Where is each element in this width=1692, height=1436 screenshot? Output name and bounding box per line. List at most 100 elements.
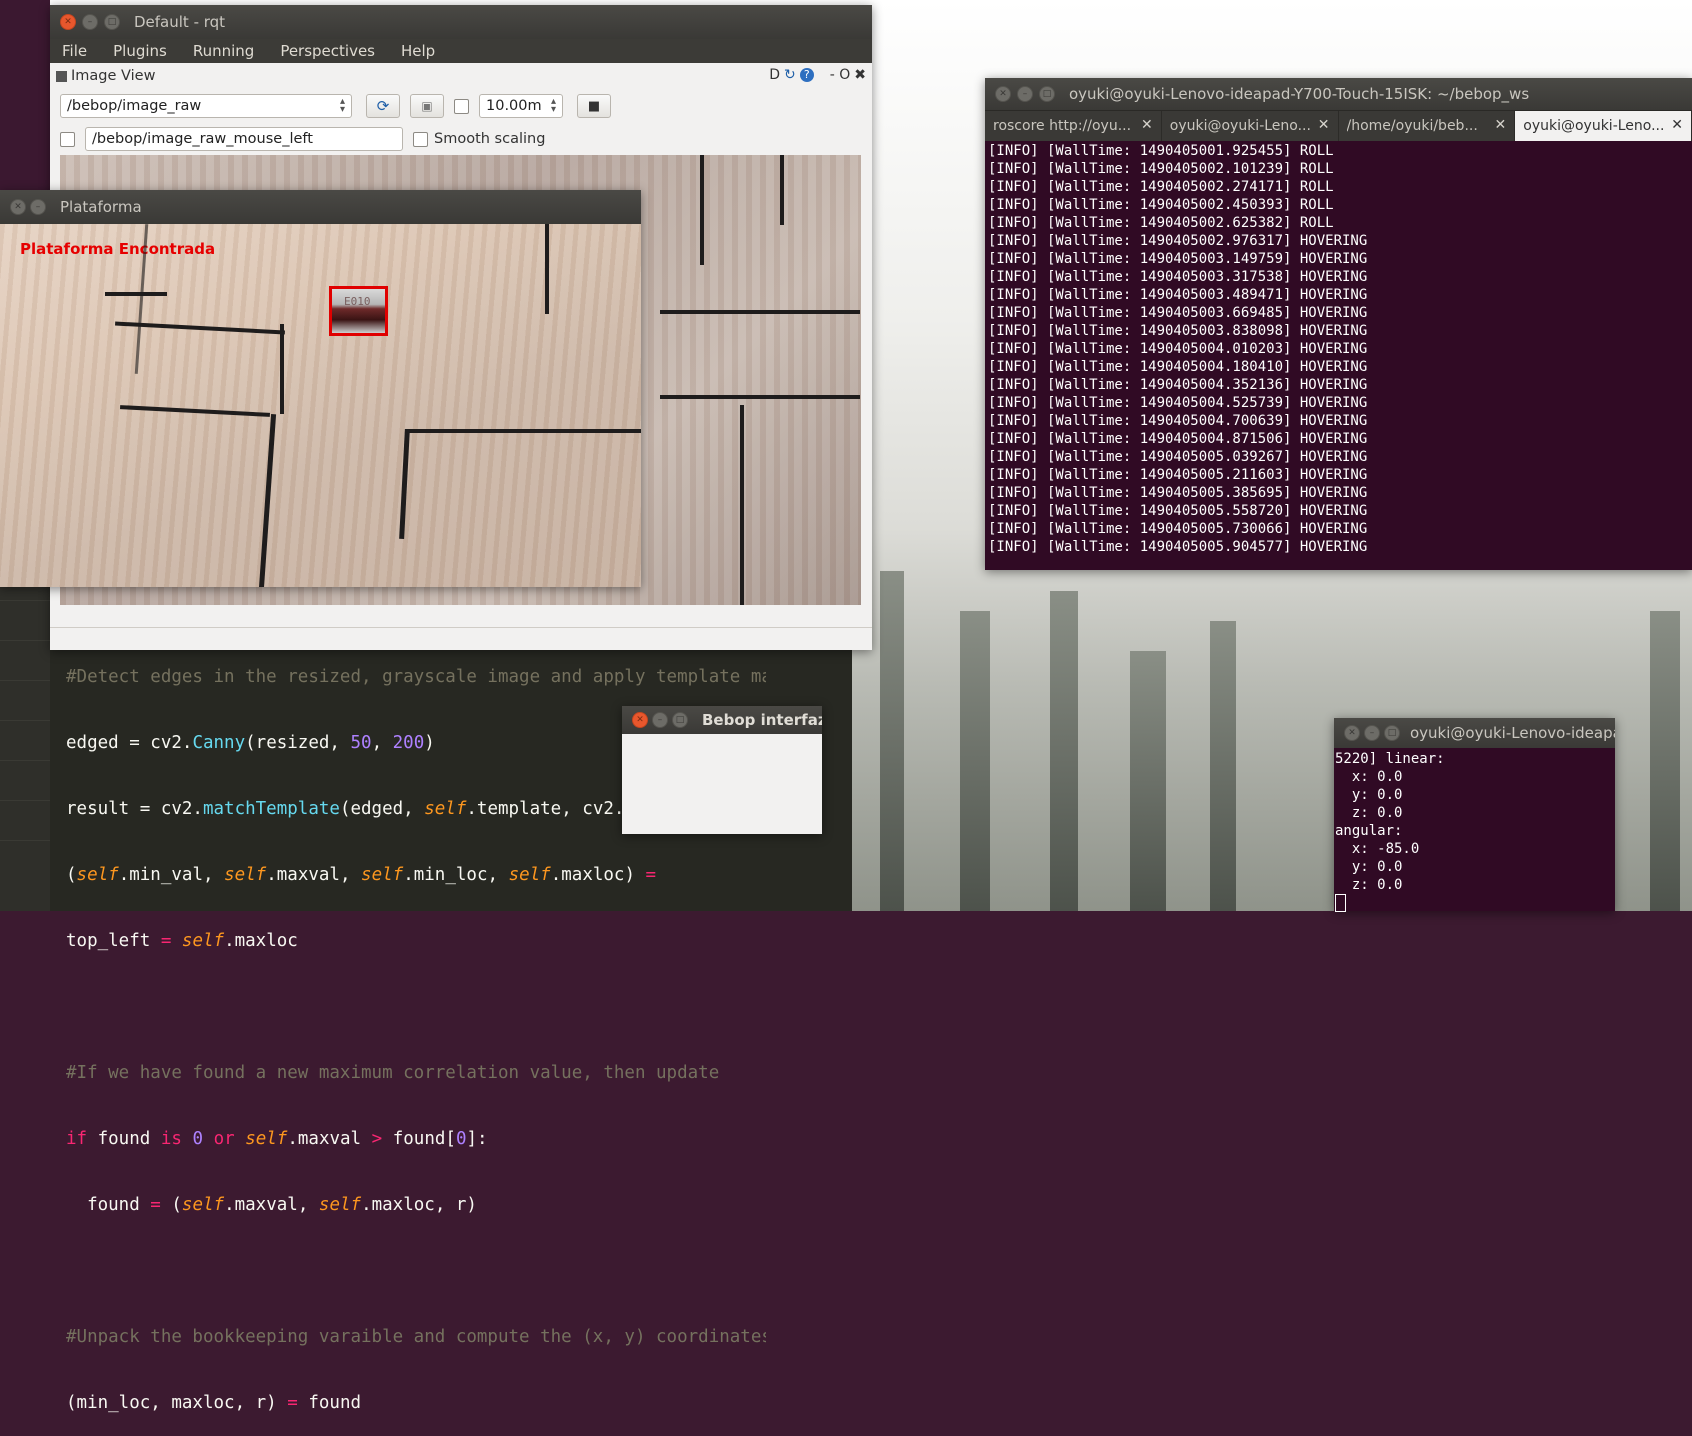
terminal-log-line: [INFO] [WallTime: 1490405003.489471] HOV… — [988, 287, 1368, 303]
terminal-log-line: [INFO] [WallTime: 1490405004.525739] HOV… — [988, 395, 1368, 411]
menu-file[interactable]: File — [62, 42, 87, 60]
detection-image[interactable]: Plataforma Encontrada E010 — [0, 224, 641, 587]
terminal-log-line: [INFO] [WallTime: 1490405004.180410] HOV… — [988, 359, 1368, 375]
spin-arrows-icon: ▴ ▾ — [550, 96, 556, 115]
plataforma-window[interactable]: ✕ – Plataforma Plataforma Encontrada E01… — [0, 190, 641, 587]
terminal-tab[interactable]: roscore http://oyu... ✕ — [985, 111, 1162, 141]
wallpaper-tree — [880, 571, 904, 911]
close-button[interactable]: ✕ — [632, 712, 648, 728]
minimize-button[interactable]: – — [652, 712, 668, 728]
menu-plugins[interactable]: Plugins — [113, 42, 167, 60]
close-button[interactable]: ✕ — [995, 86, 1011, 102]
terminal-log-line: [INFO] [WallTime: 1490405004.871506] HOV… — [988, 431, 1368, 447]
terminal-output[interactable]: 5220] linear: x: 0.0 y: 0.0 z: 0.0 angula… — [1335, 750, 1445, 912]
window-title: oyuki@oyuki-Lenovo-ideapa — [1410, 724, 1615, 742]
plugin-header: Image View D ↻ ? - O ✖ — [50, 63, 872, 89]
maximize-button[interactable]: □ — [1384, 725, 1400, 741]
screen-icon: ■ — [587, 98, 601, 114]
code-line: #If we have found a new maximum correlat… — [66, 1063, 720, 1083]
close-button[interactable]: ✕ — [1344, 725, 1360, 741]
terminal-tab-active[interactable]: oyuki@oyuki-Leno... ✕ — [1515, 111, 1692, 141]
terminal-log-line: [INFO] [WallTime: 1490405001.925455] ROL… — [988, 143, 1334, 159]
terminal-log-line: [INFO] [WallTime: 1490405005.385695] HOV… — [988, 485, 1368, 501]
code-line: if found is 0 or self.maxval > found[0]: — [66, 1129, 488, 1149]
terminal-log-line: [INFO] [WallTime: 1490405003.669485] HOV… — [988, 305, 1368, 321]
menu-perspectives[interactable]: Perspectives — [280, 42, 375, 60]
terminal-line: z: 0.0 — [1335, 805, 1403, 821]
terminal-log-line: [INFO] [WallTime: 1490405002.274171] ROL… — [988, 179, 1334, 195]
floor-marking — [660, 310, 860, 314]
dynamic-range-checkbox[interactable] — [454, 98, 469, 114]
save-image-button[interactable]: ■ — [577, 94, 611, 118]
code-line: #Unpack the bookkeeping varaible and com… — [66, 1327, 766, 1347]
plugin-minimize-button[interactable]: - O — [830, 67, 851, 83]
wallpaper-tree — [1050, 591, 1078, 911]
terminal-tab[interactable]: /home/oyuki/beb... ✕ — [1339, 111, 1516, 141]
mouse-topic-value: /bebop/image_raw_mouse_left — [92, 131, 313, 147]
terminal-output[interactable]: [INFO] [WallTime: 1490405001.925455] ROL… — [988, 140, 1692, 570]
detection-box-label: E010 — [344, 295, 371, 308]
bebop-interfaz-window[interactable]: ✕ – □ Bebop interfaz — [622, 706, 822, 834]
zoom-button[interactable]: ▣ — [410, 94, 444, 118]
terminal-cursor — [1335, 894, 1346, 912]
window-title: Bebop interfaz — [702, 711, 822, 729]
terminal-window-small[interactable]: ✕ – □ oyuki@oyuki-Lenovo-ideapa 5220] li… — [1334, 718, 1615, 912]
minimize-button[interactable]: – — [1017, 86, 1033, 102]
close-button[interactable]: ✕ — [10, 199, 26, 215]
minimize-button[interactable]: – — [30, 199, 46, 215]
detection-overlay-text: Plataforma Encontrada — [20, 240, 216, 258]
code-line: (min_loc, maxloc, r) = found — [66, 1393, 362, 1413]
terminal-window[interactable]: ✕ – □ oyuki@oyuki-Lenovo-ideapad-Y700-To… — [985, 78, 1692, 570]
floor-marking — [545, 224, 549, 314]
timeout-spinbox[interactable]: 10.00m ▴ ▾ — [479, 94, 563, 118]
help-icon[interactable]: ? — [799, 68, 814, 82]
close-tab-icon[interactable]: ✕ — [1318, 117, 1330, 133]
menu-help[interactable]: Help — [401, 42, 435, 60]
plugin-close-button[interactable]: ✖ — [854, 67, 866, 83]
code-line: top_left = self.maxloc — [66, 931, 298, 951]
mouse-publish-checkbox[interactable] — [60, 131, 75, 147]
terminal-log-line: [INFO] [WallTime: 1490405005.211603] HOV… — [988, 467, 1368, 483]
terminal-log-line: [INFO] [WallTime: 1490405005.730066] HOV… — [988, 521, 1368, 537]
refresh-button[interactable]: ⟳ — [366, 94, 400, 118]
terminal-log-line: [INFO] [WallTime: 1490405002.101239] ROL… — [988, 161, 1334, 177]
close-tab-icon[interactable]: ✕ — [1671, 117, 1683, 133]
floor-marking — [280, 324, 284, 414]
plataforma-titlebar[interactable]: ✕ – Plataforma — [0, 190, 641, 224]
reload-icon[interactable]: ↻ — [784, 67, 796, 83]
terminal-line: angular: — [1335, 823, 1403, 839]
spin-arrows-icon: ▴ ▾ — [339, 96, 345, 115]
maximize-button[interactable]: □ — [672, 712, 688, 728]
rqt-titlebar[interactable]: ✕ – □ Default - rqt — [50, 5, 872, 39]
mouse-topic-input[interactable]: /bebop/image_raw_mouse_left — [85, 127, 403, 151]
terminal-log-line: [INFO] [WallTime: 1490405003.149759] HOV… — [988, 251, 1368, 267]
smooth-scaling-checkbox[interactable] — [413, 131, 428, 147]
topic-select[interactable]: /bebop/image_raw ▴ ▾ — [60, 94, 352, 118]
tab-label: oyuki@oyuki-Leno... — [1523, 118, 1665, 134]
plugin-handle-icon[interactable] — [56, 70, 67, 82]
floor-marking — [258, 414, 277, 587]
plugin-dock-button[interactable]: D — [769, 67, 780, 83]
floor-marking — [780, 155, 784, 225]
maximize-button[interactable]: □ — [1039, 86, 1055, 102]
code-line: #Detect edges in the resized, grayscale … — [66, 667, 766, 687]
minimize-button[interactable]: – — [82, 14, 98, 30]
minimize-button[interactable]: – — [1364, 725, 1380, 741]
plugin-tools: D ↻ ? - O ✖ — [769, 67, 866, 83]
terminal-line: y: 0.0 — [1335, 787, 1403, 803]
menu-running[interactable]: Running — [193, 42, 254, 60]
floor-marking — [700, 155, 704, 265]
close-tab-icon[interactable]: ✕ — [1141, 117, 1153, 133]
close-button[interactable]: ✕ — [60, 14, 76, 30]
terminal-tabs: roscore http://oyu... ✕ oyuki@oyuki-Leno.… — [985, 110, 1692, 141]
close-tab-icon[interactable]: ✕ — [1495, 117, 1507, 133]
maximize-button[interactable]: □ — [104, 14, 120, 30]
menu-bar: File Plugins Running Perspectives Help — [50, 39, 872, 63]
zoom-icon: ▣ — [421, 99, 433, 113]
refresh-icon: ⟳ — [376, 97, 390, 115]
terminal-tab[interactable]: oyuki@oyuki-Leno... ✕ — [1162, 111, 1339, 141]
bebop-titlebar[interactable]: ✕ – □ Bebop interfaz — [622, 706, 822, 734]
terminal-line: y: 0.0 — [1335, 859, 1403, 875]
terminal-titlebar[interactable]: ✕ – □ oyuki@oyuki-Lenovo-ideapa — [1334, 718, 1615, 748]
terminal-titlebar[interactable]: ✕ – □ oyuki@oyuki-Lenovo-ideapad-Y700-To… — [985, 78, 1692, 110]
